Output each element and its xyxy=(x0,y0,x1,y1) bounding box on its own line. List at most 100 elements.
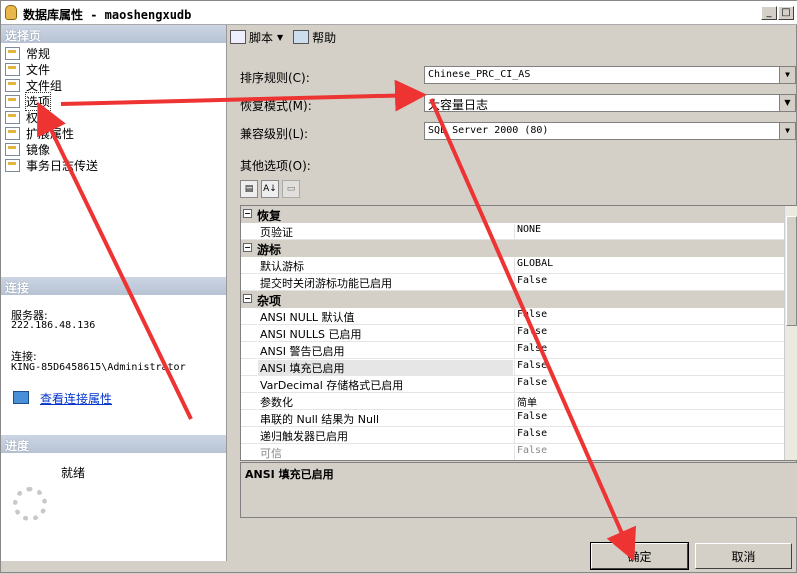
recovery-model-combo[interactable]: 大容量日志 ▼ xyxy=(424,94,796,112)
nav-item[interactable]: 文件 xyxy=(5,61,50,77)
alphabetical-sort-icon[interactable]: A↓ xyxy=(261,180,279,198)
script-label: 脚本 xyxy=(249,30,274,45)
connection-header: 连接 xyxy=(1,277,226,295)
property-value[interactable]: False xyxy=(514,343,784,359)
title-bar: 数据库属性 - maoshengxudb _ □ xyxy=(1,1,797,25)
script-button[interactable]: 脚本 ▼ xyxy=(230,29,283,46)
nav-item-label: 扩展属性 xyxy=(26,126,75,141)
view-connection-properties-link[interactable]: 查看连接属性 xyxy=(40,390,112,407)
grid-row[interactable]: ANSI NULL 默认值 False xyxy=(241,308,786,325)
nav-item[interactable]: 文件组 xyxy=(5,77,62,93)
grid-category[interactable]: − 杂项 xyxy=(241,291,786,308)
property-name: 可信 xyxy=(257,445,513,460)
nav-item[interactable]: 扩展属性 xyxy=(5,125,74,141)
scrollbar-thumb[interactable] xyxy=(786,216,797,326)
grid-row[interactable]: 提交时关闭游标功能已启用 False xyxy=(241,274,786,291)
grid-category[interactable]: − 恢复 xyxy=(241,206,786,223)
connection-value: KING-85D6458615\Administrator xyxy=(11,362,186,373)
property-name: 参数化 xyxy=(257,394,513,410)
recovery-model-label: 恢复模式(M): xyxy=(240,99,312,113)
grid-category-label: 游标 xyxy=(257,243,282,257)
grid-row[interactable]: 递归触发器已启用 False xyxy=(241,427,786,444)
collation-combo[interactable]: Chinese_PRC_CI_AS ▼ xyxy=(424,66,796,84)
compat-level-value: SQL Server 2000 (80) xyxy=(428,125,549,136)
property-name: 递归触发器已启用 xyxy=(257,428,513,444)
property-name: ANSI NULL 默认值 xyxy=(257,309,513,325)
property-value[interactable]: NONE xyxy=(514,224,784,240)
nav-item[interactable]: 常规 xyxy=(5,45,50,61)
collapse-icon[interactable]: − xyxy=(243,209,252,218)
grid-row[interactable]: 参数化 简单 xyxy=(241,393,786,410)
grid-row[interactable]: ANSI 警告已启用 False xyxy=(241,342,786,359)
grid-scrollbar[interactable] xyxy=(784,206,797,460)
property-value[interactable]: False xyxy=(514,326,784,342)
nav-item[interactable]: 镜像 xyxy=(5,141,50,157)
grid-row[interactable]: VarDecimal 存储格式已启用 False xyxy=(241,376,786,393)
nav-item[interactable]: 权限 xyxy=(5,109,50,125)
grid-category[interactable]: − 游标 xyxy=(241,240,786,257)
collapse-icon[interactable]: − xyxy=(243,243,252,252)
page-icon xyxy=(5,78,20,92)
page-icon xyxy=(5,142,20,156)
property-value[interactable]: GLOBAL xyxy=(514,258,784,274)
property-name: VarDecimal 存储格式已启用 xyxy=(257,377,513,393)
property-name: 串联的 Null 结果为 Null xyxy=(257,411,513,427)
page-icon xyxy=(5,126,20,140)
collapse-icon[interactable]: − xyxy=(243,294,252,303)
nav-item-label: 文件组 xyxy=(26,78,63,93)
cancel-button[interactable]: 取消 xyxy=(695,543,792,569)
nav-item-label: 镜像 xyxy=(26,142,51,157)
property-value[interactable]: False xyxy=(514,377,784,393)
minimize-button[interactable]: _ xyxy=(761,6,777,20)
property-name: 默认游标 xyxy=(257,258,513,274)
progress-header: 进度 xyxy=(1,435,226,453)
grid-row[interactable]: ANSI NULLS 已启用 False xyxy=(241,325,786,342)
property-value[interactable]: False xyxy=(514,411,784,427)
dropdown-arrow-icon[interactable]: ▼ xyxy=(779,123,795,139)
property-value[interactable]: False xyxy=(514,309,784,325)
left-pane: 选择页 常规 文件 文件组 选项 权限 扩展属性 镜像 事务日志传送 连接 服务器: 222.… xyxy=(1,25,227,561)
help-button[interactable]: 帮助 xyxy=(293,29,336,46)
property-value[interactable]: False xyxy=(514,360,784,376)
property-name: ANSI NULLS 已启用 xyxy=(257,326,513,342)
collation-value: Chinese_PRC_CI_AS xyxy=(428,69,531,80)
page-icon xyxy=(5,110,20,124)
recovery-model-value: 大容量日志 xyxy=(428,98,489,112)
nav-item[interactable]: 选项 xyxy=(5,91,52,111)
grid-row[interactable]: ANSI 填充已启用 False xyxy=(241,359,786,376)
grid-category-label: 杂项 xyxy=(257,294,282,308)
nav-item-label: 权限 xyxy=(26,110,51,125)
database-properties-window: 数据库属性 - maoshengxudb _ □ 选择页 常规 文件 文件组 选项 权限… xyxy=(0,0,797,573)
property-value[interactable]: False xyxy=(514,275,784,291)
grid-row[interactable]: 可信 False xyxy=(241,444,786,460)
maximize-button[interactable]: □ xyxy=(778,6,794,20)
nav-item-label: 事务日志传送 xyxy=(26,158,99,173)
grid-row[interactable]: 页验证 NONE xyxy=(241,223,786,240)
grid-row[interactable]: 默认游标 GLOBAL xyxy=(241,257,786,274)
property-description: ANSI 填充已启用 xyxy=(240,462,797,518)
property-value[interactable]: 简单 xyxy=(514,394,784,410)
property-name: ANSI 警告已启用 xyxy=(257,343,513,359)
grid-row[interactable]: 串联的 Null 结果为 Null False xyxy=(241,410,786,427)
dropdown-arrow-icon[interactable]: ▼ xyxy=(779,95,795,111)
progress-status: 就绪 xyxy=(61,466,86,480)
help-label: 帮助 xyxy=(312,30,337,45)
dropdown-arrow-icon[interactable]: ▼ xyxy=(779,67,795,83)
select-page-header: 选择页 xyxy=(1,25,226,43)
compat-level-combo[interactable]: SQL Server 2000 (80) ▼ xyxy=(424,122,796,140)
categorized-view-icon[interactable]: ▤ xyxy=(240,180,258,198)
nav-item-label: 文件 xyxy=(26,62,51,77)
property-value[interactable]: False xyxy=(514,445,784,460)
grid-toolbar: ▤ A↓ ▭ xyxy=(240,180,303,198)
connection-properties-icon xyxy=(13,391,29,404)
property-pages-icon[interactable]: ▭ xyxy=(282,180,300,198)
property-name: ANSI 填充已启用 xyxy=(257,360,513,376)
nav-item[interactable]: 事务日志传送 xyxy=(5,157,98,173)
property-value[interactable]: False xyxy=(514,428,784,444)
options-pane: 脚本 ▼ 帮助 排序规则(C): Chinese_PRC_CI_AS ▼ 恢复模式(… xyxy=(228,25,797,525)
window-title: 数据库属性 - maoshengxudb xyxy=(23,8,192,22)
ok-button[interactable]: 确定 xyxy=(590,542,689,570)
help-icon xyxy=(293,30,310,44)
nav-item-label: 选项 xyxy=(24,91,52,111)
script-icon xyxy=(230,30,246,44)
